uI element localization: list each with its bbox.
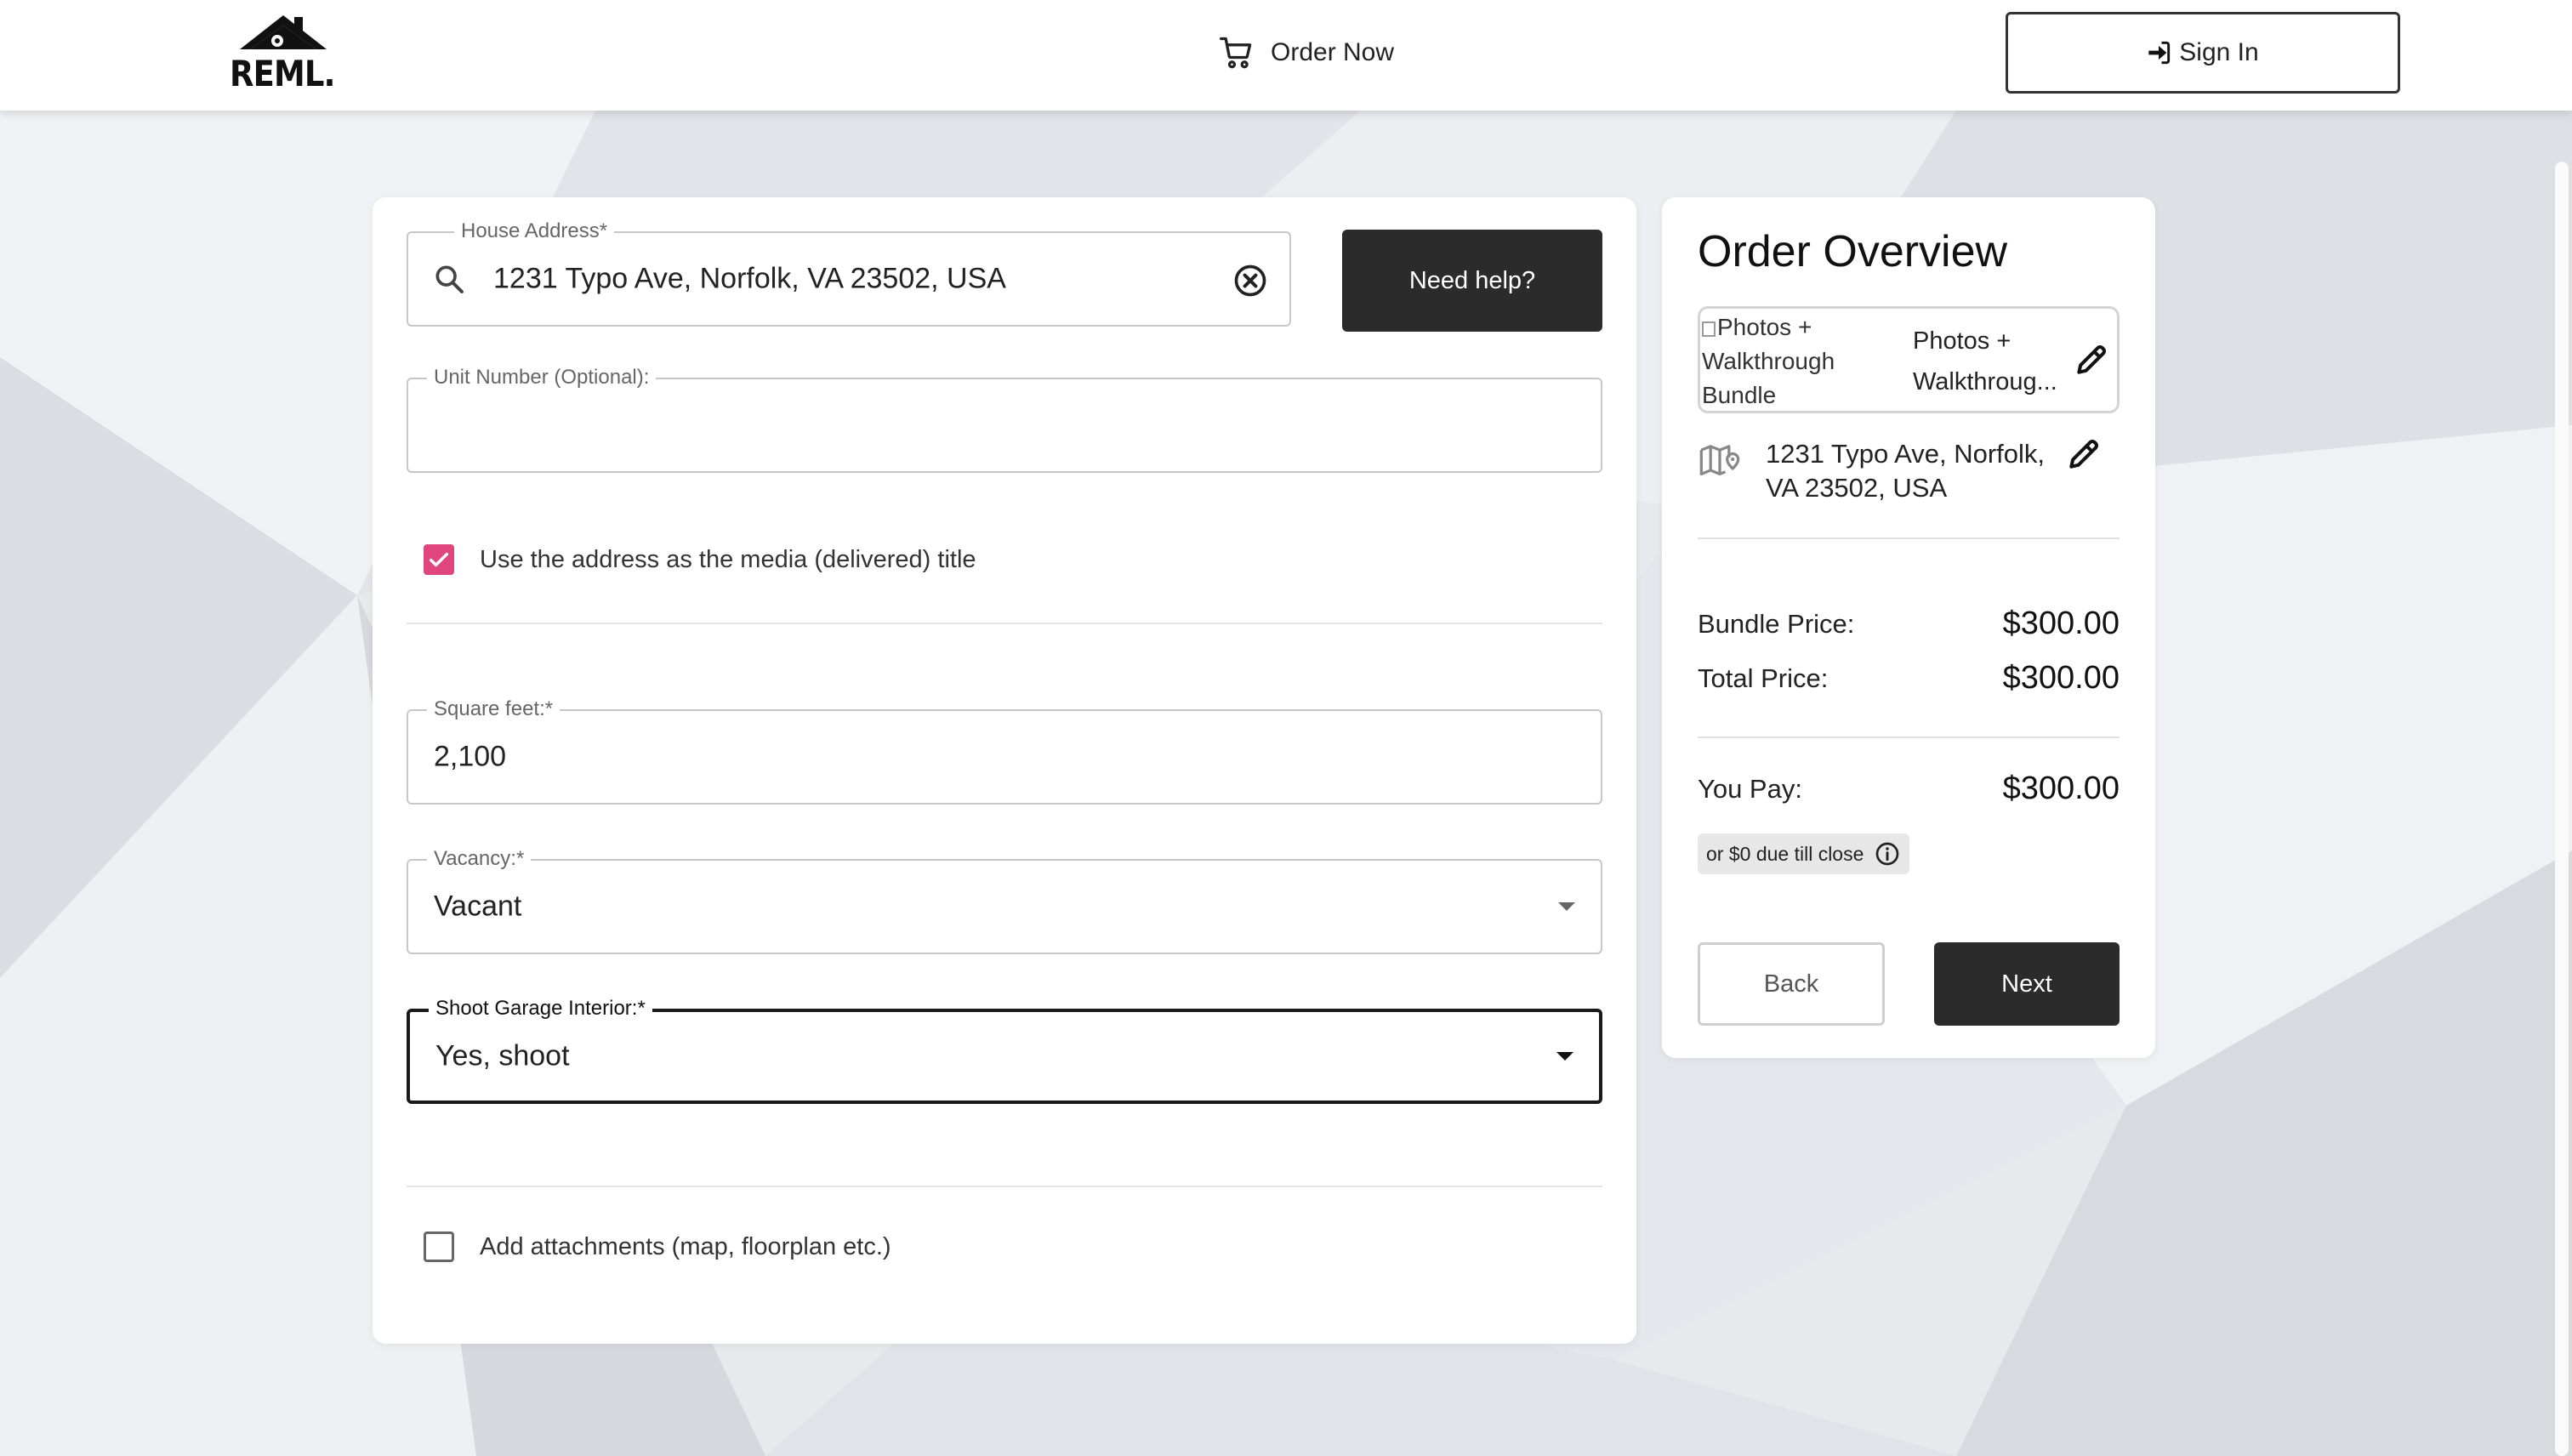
edit-address-icon[interactable]	[2065, 435, 2103, 473]
map-pin-icon	[1699, 445, 1740, 475]
need-help-button[interactable]: Need help?	[1342, 230, 1602, 332]
you-pay-label: You Pay:	[1698, 773, 1802, 804]
total-price-row: Total Price: $300.00	[1698, 660, 2120, 697]
page-scrollbar[interactable]	[2555, 162, 2569, 1456]
back-button[interactable]: Back	[1698, 942, 1885, 1026]
next-button[interactable]: Next	[1934, 942, 2120, 1026]
overview-divider	[1698, 737, 2120, 738]
sign-in-label: Sign In	[2179, 38, 2259, 66]
order-overview-card: Order Overview Photos + Walkthrough Bund…	[1662, 197, 2155, 1058]
vacancy-value: Vacant	[434, 890, 522, 923]
you-pay-value: $300.00	[2002, 771, 2120, 806]
vacancy-label: Vacancy:*	[427, 847, 532, 871]
due-note: or $0 due till close	[1706, 842, 1864, 865]
house-address-field[interactable]: House Address* 1231 Typo Ave, Norfolk, V…	[407, 219, 1291, 327]
order-now-label: Order Now	[1271, 38, 1395, 66]
order-form-card: House Address* 1231 Typo Ave, Norfolk, V…	[373, 197, 1636, 1344]
shoot-garage-select[interactable]: Shoot Garage Interior:* Yes, shoot	[407, 997, 1602, 1104]
shoot-garage-value: Yes, shoot	[435, 1039, 570, 1072]
checkmark-icon	[429, 552, 449, 567]
chevron-down-icon	[1556, 1052, 1573, 1061]
order-now-link[interactable]: Order Now	[1218, 29, 1394, 77]
bundle-name-line1: Photos +	[1913, 327, 2012, 355]
overview-address-row: 1231 Typo Ave, Norfolk, VA 23502, USA	[1698, 437, 2120, 514]
reml-logo[interactable]: REML.	[230, 12, 340, 94]
search-icon	[435, 265, 464, 293]
use-address-title-label: Use the address as the media (delivered)…	[480, 545, 976, 573]
vacancy-select[interactable]: Vacancy:* Vacant	[407, 847, 1602, 954]
logo-text: REML.	[230, 53, 336, 94]
top-header: REML. Order Now Sign In	[0, 0, 2572, 111]
house-address-input[interactable]: 1231 Typo Ave, Norfolk, VA 23502, USA	[493, 263, 1006, 296]
unit-number-field[interactable]: Unit Number (Optional):	[407, 366, 1602, 473]
info-icon[interactable]	[1874, 840, 1901, 867]
square-feet-field[interactable]: Square feet:* 2,100	[407, 697, 1602, 805]
overview-divider	[1698, 537, 2120, 539]
add-attachments-checkbox[interactable]	[424, 1231, 454, 1262]
order-overview-title: Order Overview	[1698, 227, 2008, 276]
total-price-value: $300.00	[2002, 660, 2120, 696]
house-roof-icon	[240, 15, 327, 49]
bundle-price-value: $300.00	[2002, 606, 2120, 641]
sign-in-button[interactable]: Sign In	[2006, 12, 2400, 94]
add-attachments-option[interactable]: Add attachments (map, floorplan etc.)	[424, 1231, 891, 1262]
cart-icon	[1220, 37, 1252, 69]
due-till-close-badge: or $0 due till close	[1698, 833, 1910, 874]
chevron-down-icon	[1558, 902, 1575, 911]
house-address-label: House Address*	[454, 219, 615, 243]
use-address-title-option[interactable]: Use the address as the media (delivered)…	[424, 544, 976, 575]
total-price-label: Total Price:	[1698, 663, 1829, 693]
broken-image-icon	[1702, 321, 1716, 337]
unit-number-label: Unit Number (Optional):	[427, 366, 657, 390]
overview-address: 1231 Typo Ave, Norfolk, VA 23502, USA	[1766, 439, 2046, 503]
use-address-title-checkbox[interactable]	[424, 544, 454, 575]
square-feet-label: Square feet:*	[427, 697, 560, 721]
bundle-image-alt: Photos + Walkthrough Bundle	[1702, 314, 1835, 408]
sign-in-icon	[2148, 41, 2171, 65]
section-divider	[407, 623, 1602, 624]
bundle-name: Photos + Walkthroug...	[1913, 321, 2074, 402]
square-feet-input[interactable]: 2,100	[434, 741, 506, 774]
shoot-garage-label: Shoot Garage Interior:*	[429, 997, 652, 1021]
bundle-name-line2: Walkthroug...	[1913, 368, 2057, 395]
add-attachments-label: Add attachments (map, floorplan etc.)	[480, 1232, 891, 1260]
bundle-image: Photos + Walkthrough Bundle	[1702, 310, 1909, 411]
edit-bundle-icon[interactable]	[2073, 341, 2110, 378]
you-pay-row: You Pay: $300.00	[1698, 771, 2120, 807]
section-divider	[407, 1186, 1602, 1187]
bundle-price-row: Bundle Price: $300.00	[1698, 606, 2120, 642]
selected-bundle: Photos + Walkthrough Bundle Photos + Wal…	[1698, 306, 2120, 413]
bundle-price-label: Bundle Price:	[1698, 608, 1855, 639]
clear-icon[interactable]	[1232, 262, 1269, 299]
